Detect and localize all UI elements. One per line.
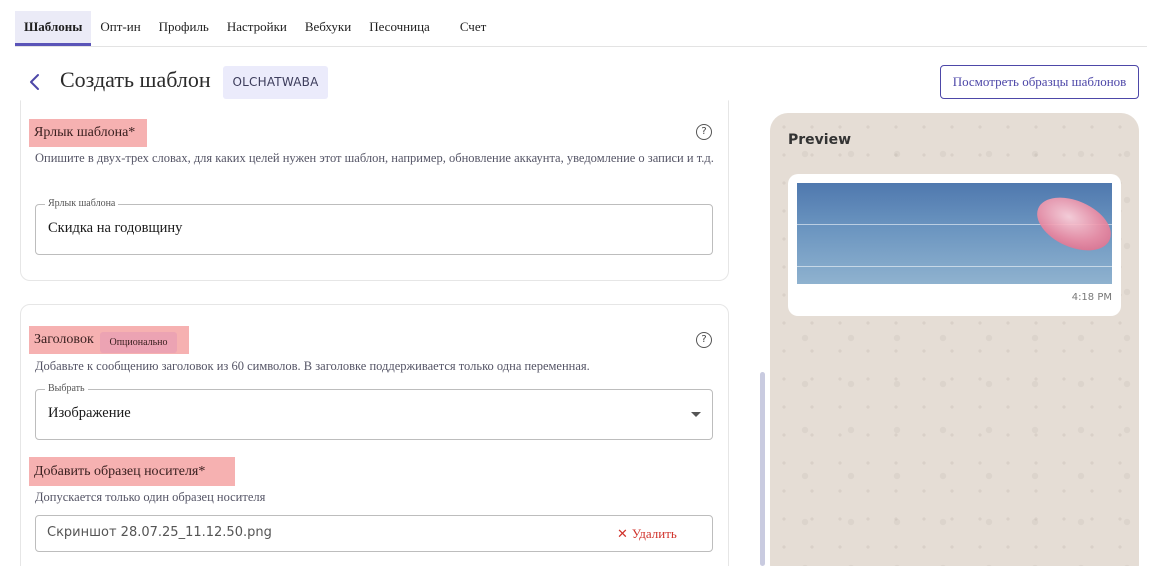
select-legend: Выбрать bbox=[45, 383, 88, 395]
account-badge: OLCHATWABA bbox=[223, 66, 328, 99]
file-name: Скриншот 28.07.25_11.12.50.png bbox=[47, 525, 272, 540]
media-section-title: Добавить образец носителя* bbox=[29, 457, 235, 486]
header-type-select[interactable]: Выбрать Изображение bbox=[35, 383, 713, 440]
tab-settings[interactable]: Настройки bbox=[218, 11, 296, 46]
help-circle-icon[interactable]: ? bbox=[696, 124, 712, 140]
preview-panel: Preview 4:18 PM bbox=[770, 113, 1139, 566]
tab-opt-in[interactable]: Опт-ин bbox=[91, 11, 149, 46]
media-note: Допускается только один образец носителя bbox=[35, 490, 266, 504]
select-value: Изображение bbox=[48, 405, 131, 421]
page-title: Создать шаблон bbox=[60, 67, 211, 92]
header-description: Добавьте к сообщению заголовок из 60 сим… bbox=[35, 359, 590, 373]
label-field-legend: Ярлык шаблона bbox=[45, 198, 119, 210]
optional-badge: Опционально bbox=[100, 332, 177, 353]
remove-file-button[interactable]: ✕ Удалить bbox=[617, 526, 677, 542]
top-nav: Шаблоны Опт-ин Профиль Настройки Вебхуки… bbox=[15, 11, 1147, 47]
view-samples-button[interactable]: Посмотреть образцы шаблонов bbox=[940, 65, 1139, 99]
scrollbar[interactable] bbox=[760, 372, 765, 566]
header-image bbox=[797, 183, 1112, 284]
chevron-left-icon[interactable] bbox=[26, 70, 46, 94]
caret-down-icon[interactable] bbox=[691, 412, 701, 417]
tab-webhooks[interactable]: Вебхуки bbox=[296, 11, 360, 46]
uploaded-file: Скриншот 28.07.25_11.12.50.png ✕ Удалить bbox=[35, 515, 713, 552]
tab-templates[interactable]: Шаблоны bbox=[15, 11, 92, 46]
label-section-title: Ярлык шаблона* bbox=[29, 119, 147, 147]
preview-title: Preview bbox=[788, 132, 852, 148]
label-description: Опишите в двух-трех словах, для каких це… bbox=[35, 151, 714, 165]
help-circle-icon[interactable]: ? bbox=[696, 332, 712, 348]
petal-image bbox=[1029, 187, 1112, 261]
tab-sandbox[interactable]: Песочница bbox=[360, 11, 439, 46]
tab-billing[interactable]: Счет bbox=[451, 11, 496, 46]
close-icon: ✕ bbox=[617, 527, 628, 542]
message-time: 4:18 PM bbox=[1071, 292, 1112, 303]
label-field[interactable]: Ярлык шаблона Скидка на годовщину bbox=[35, 198, 713, 255]
tab-profile[interactable]: Профиль bbox=[150, 11, 218, 46]
message-bubble: 4:18 PM bbox=[788, 174, 1121, 316]
label-field-value[interactable]: Скидка на годовщину bbox=[48, 220, 182, 237]
